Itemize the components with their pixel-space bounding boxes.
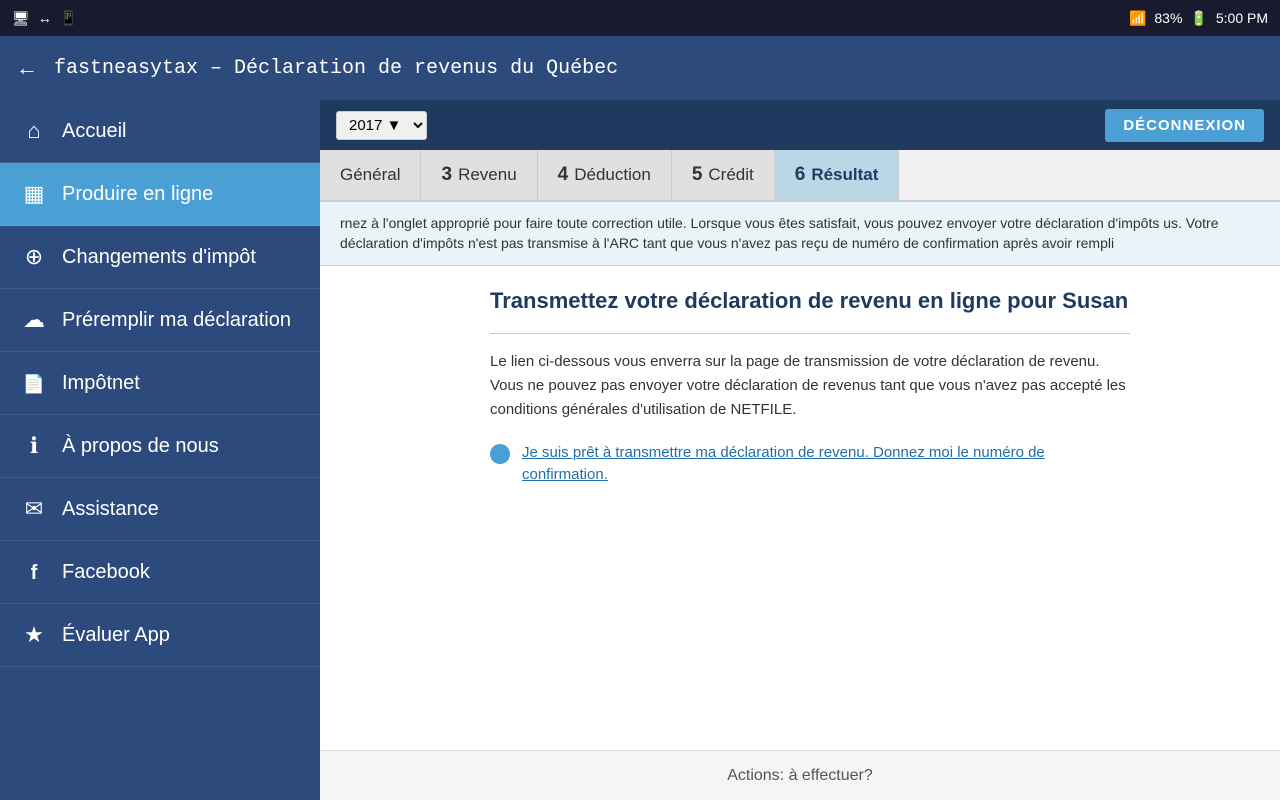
status-bar: 🖥 ↔ 📱 📶 83% 🔋 5:00 PM [0,0,1280,36]
back-button[interactable]: ← [16,55,38,81]
content-topbar: 2017 ▼ 2016 2015 DÉCONNEXION [320,100,1280,150]
info-text-content: rnez à l'onglet approprié pour faire tou… [340,215,1219,251]
tab-resultat[interactable]: 6 Résultat [775,150,900,200]
bottom-text: Actions: à effectuer? [727,767,873,785]
tab-resultat-label: Résultat [811,165,878,185]
header-title: fastneasytax – Déclaration de revenus du… [54,57,618,80]
doc-icon [20,370,48,396]
grid-icon [20,181,48,207]
bottom-bar: Actions: à effectuer? [320,750,1280,800]
content-body: rnez à l'onglet approprié pour faire tou… [320,202,1280,750]
sidebar-label-produire: Produire en ligne [62,183,213,206]
star-icon [20,622,48,648]
sidebar-label-impotnet: Impôtnet [62,372,140,395]
sidebar: Accueil Produire en ligne Changements d'… [0,100,320,800]
tab-revenu[interactable]: 3 Revenu [421,150,537,200]
sidebar-label-changements: Changements d'impôt [62,246,256,269]
media-icon: ↔ [38,10,52,26]
sidebar-label-assistance: Assistance [62,498,159,521]
tab-credit-num: 5 [692,164,703,186]
section-body-text: Le lien ci-dessous vous enverra sur la p… [490,350,1130,422]
tab-credit[interactable]: 5 Crédit [672,150,775,200]
info-text-bar: rnez à l'onglet approprié pour faire tou… [320,202,1280,266]
tab-resultat-num: 6 [795,164,806,186]
sidebar-item-apropos[interactable]: À propos de nous [0,415,320,478]
status-right: 📶 83% 🔋 5:00 PM [1129,10,1268,27]
sidebar-label-facebook: Facebook [62,561,150,584]
mobile-icon: 📱 [60,10,77,27]
facebook-icon [20,559,48,585]
sidebar-label-apropos: À propos de nous [62,435,219,458]
section-title: Transmettez votre déclaration de revenu … [490,286,1130,317]
home-icon [20,118,48,144]
wifi-icon: 📶 [1129,10,1146,27]
battery-icon: 🔋 [1190,10,1207,27]
sidebar-item-assistance[interactable]: Assistance [0,478,320,541]
sidebar-item-impotnet[interactable]: Impôtnet [0,352,320,415]
section-divider [490,333,1130,334]
sidebar-item-changements[interactable]: Changements d'impôt [0,226,320,289]
sidebar-label-evaluer: Évaluer App [62,624,170,647]
tab-revenu-label: Revenu [458,165,517,185]
tab-deduction[interactable]: 4 Déduction [538,150,672,200]
screen-icon: 🖥 [12,10,30,27]
link-bullet [490,444,510,464]
main-content: Transmettez votre déclaration de revenu … [460,266,1160,507]
plus-circle-icon [20,244,48,270]
tab-revenu-num: 3 [441,164,452,186]
sidebar-label-accueil: Accueil [62,120,126,143]
tab-general-label: Général [340,165,400,185]
cloud-icon [20,307,48,333]
battery-label: 83% [1154,10,1182,26]
link-item: Je suis prêt à transmettre ma déclaratio… [490,442,1130,487]
sidebar-label-preremplir: Préremplir ma déclaration [62,309,291,332]
sidebar-item-produire[interactable]: Produire en ligne [0,163,320,226]
tab-general[interactable]: Général [320,150,421,200]
info-icon [20,433,48,459]
sidebar-item-preremplir[interactable]: Préremplir ma déclaration [0,289,320,352]
sidebar-item-facebook[interactable]: Facebook [0,541,320,604]
sidebar-item-accueil[interactable]: Accueil [0,100,320,163]
tab-credit-label: Crédit [708,165,753,185]
content-area: 2017 ▼ 2016 2015 DÉCONNEXION Général 3 R… [320,100,1280,800]
tabs-bar: Général 3 Revenu 4 Déduction 5 Crédit 6 … [320,150,1280,202]
mail-icon [20,496,48,522]
sidebar-item-evaluer[interactable]: Évaluer App [0,604,320,667]
header: ← fastneasytax – Déclaration de revenus … [0,36,1280,100]
status-left: 🖥 ↔ 📱 [12,10,77,27]
time-label: 5:00 PM [1216,10,1268,26]
logout-button[interactable]: DÉCONNEXION [1105,109,1264,142]
transmission-link[interactable]: Je suis prêt à transmettre ma déclaratio… [522,442,1130,487]
year-select[interactable]: 2017 ▼ 2016 2015 [336,111,427,140]
tab-deduction-label: Déduction [574,165,651,185]
main-layout: Accueil Produire en ligne Changements d'… [0,100,1280,800]
tab-deduction-num: 4 [558,164,569,186]
